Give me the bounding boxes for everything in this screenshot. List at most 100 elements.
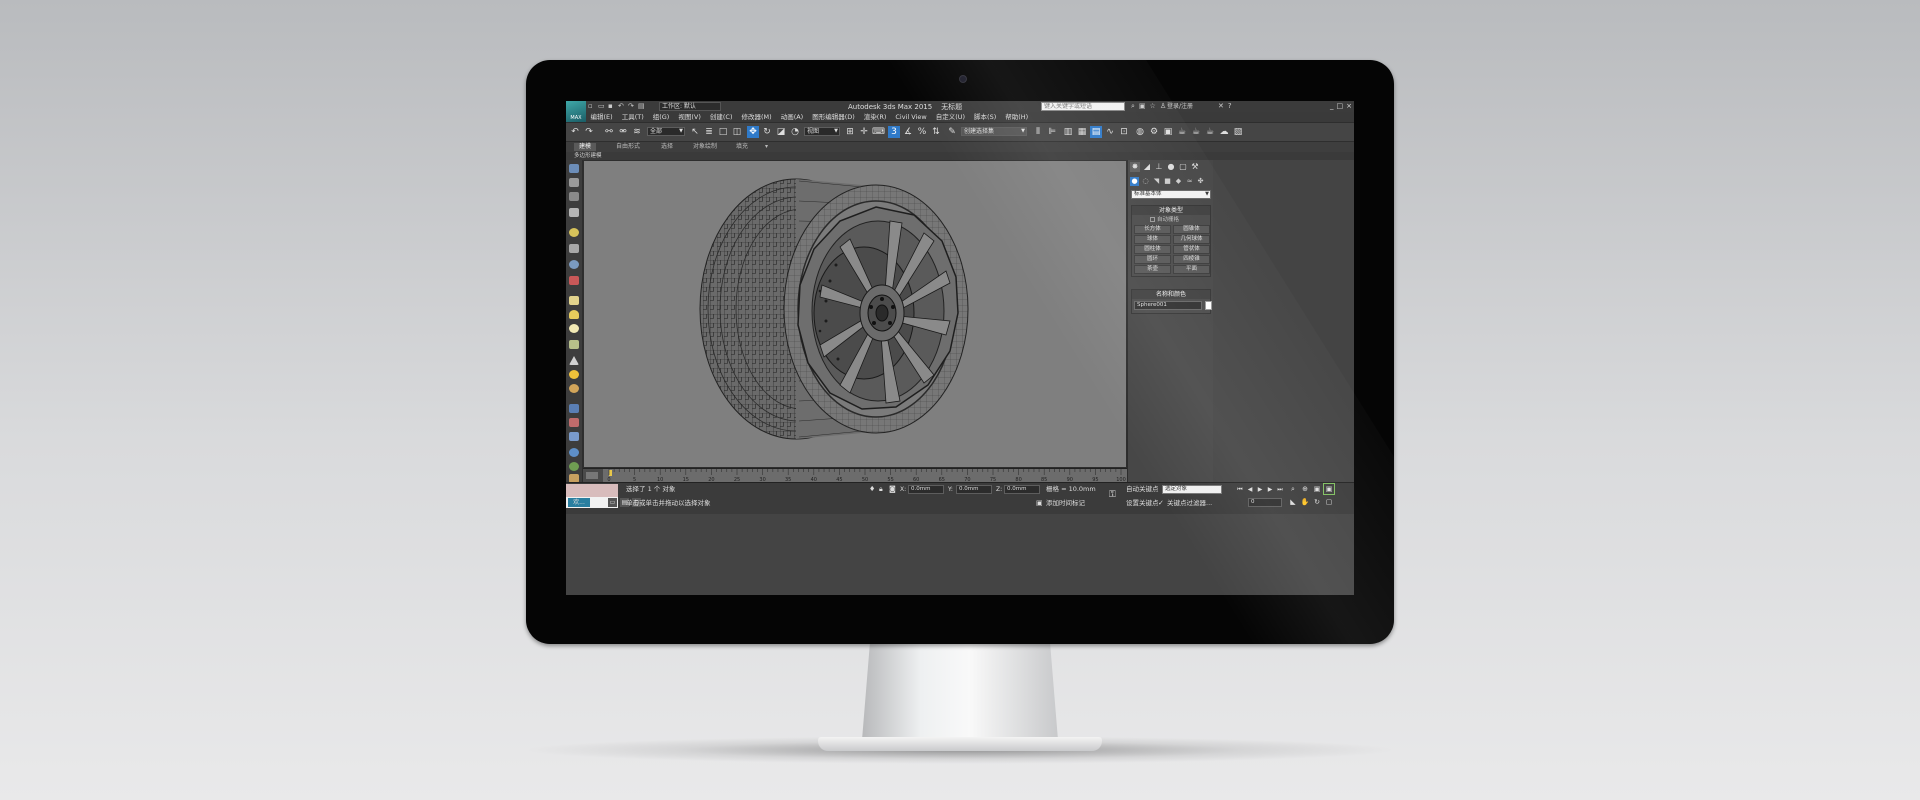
create-tab-icon[interactable]: ✸	[1130, 162, 1140, 172]
curve-editor-icon[interactable]: ∿	[1104, 126, 1116, 138]
signin-link[interactable]: 登录/注册	[1167, 102, 1193, 111]
helper-icon[interactable]	[569, 260, 579, 269]
menu-tools[interactable]: 工具(T)	[617, 112, 648, 122]
render-setup-icon[interactable]: ⚙	[1148, 126, 1160, 138]
help-search-input[interactable]: 键入关键字或短语	[1041, 102, 1125, 111]
autogrid-checkbox[interactable]: 自动栅格	[1132, 215, 1210, 224]
user-icon[interactable]: ♙	[1160, 102, 1166, 111]
select-manipulate-icon[interactable]: ✛	[858, 126, 870, 138]
ribbon-options-icon[interactable]: ▾	[760, 143, 773, 151]
box-icon[interactable]	[569, 296, 579, 305]
set-key-icon[interactable]: ⚿	[1109, 491, 1116, 500]
x-coordinate-input[interactable]: 0.0mm	[908, 485, 944, 494]
workspace-dropdown[interactable]: 工作区: 默认	[659, 102, 721, 111]
object-color-swatch[interactable]	[1205, 301, 1212, 310]
reference-coordinate-dropdown[interactable]: 视图 ▼	[804, 127, 840, 136]
tab-freeform[interactable]: 自由形式	[611, 143, 645, 151]
edit-named-selection-icon[interactable]: ✎	[946, 126, 958, 138]
menu-help[interactable]: 帮助(H)	[1001, 112, 1033, 122]
key-filters-button[interactable]: 关键点过滤器...	[1167, 499, 1212, 508]
helpers-icon[interactable]: ◆	[1174, 177, 1183, 186]
pyramid-button[interactable]: 四棱锥	[1173, 255, 1210, 264]
open-file-icon[interactable]: ▭	[598, 102, 605, 110]
mirror-icon[interactable]: ⫴	[1032, 126, 1044, 138]
render-production-icon[interactable]: ☕	[1176, 126, 1188, 138]
globe-icon[interactable]	[569, 448, 579, 457]
activeshade-icon[interactable]: ☕	[1204, 126, 1216, 138]
layer-explorer-icon[interactable]	[569, 192, 579, 201]
field-of-view-icon[interactable]: ◣	[1288, 497, 1298, 507]
cone-button[interactable]: 圆锥体	[1173, 225, 1210, 234]
zoom-icon[interactable]: ⌕	[1288, 484, 1298, 494]
shapes-icon[interactable]: ◌	[1141, 177, 1150, 186]
add-time-tag-button[interactable]: 添加时间标记	[1046, 499, 1085, 508]
object-type-header[interactable]: 对象类型	[1132, 206, 1210, 215]
tab-selection[interactable]: 选择	[656, 143, 678, 151]
modify-tab-icon[interactable]: ◢	[1142, 162, 1152, 172]
foliage-icon[interactable]	[569, 462, 579, 471]
save-icon[interactable]: ▪	[608, 102, 615, 110]
y-coordinate-input[interactable]: 0.0mm	[956, 485, 992, 494]
lock-icon[interactable]: 🔒︎	[879, 485, 883, 494]
create-icon[interactable]	[569, 164, 579, 173]
orbit-icon[interactable]: ↻	[1312, 497, 1322, 507]
favorites-star-icon[interactable]: ☆	[1150, 102, 1156, 111]
rendered-frame-window-icon[interactable]: ▣	[1162, 126, 1174, 138]
time-tag-icon[interactable]: ▣	[1036, 499, 1043, 508]
name-color-header[interactable]: 名称和颜色	[1132, 290, 1210, 299]
tab-modeling[interactable]: 建模	[574, 143, 597, 151]
percent-snap-icon[interactable]: %	[916, 126, 928, 138]
keyboard-shortcut-override-icon[interactable]: ⌨	[872, 126, 885, 138]
menu-graph-editors[interactable]: 图形编辑器(D)	[808, 112, 860, 122]
select-and-link-icon[interactable]: ⚯	[603, 126, 615, 138]
rectangular-selection-icon[interactable]: □	[717, 126, 729, 138]
menu-modifiers[interactable]: 修改器(M)	[737, 112, 776, 122]
undo-icon[interactable]: ↶	[618, 102, 625, 110]
object-name-input[interactable]: Sphere001	[1134, 301, 1202, 310]
tube-button[interactable]: 管状体	[1173, 245, 1210, 254]
menu-civil-view[interactable]: Civil View	[891, 112, 931, 122]
maxscript-listener[interactable]	[566, 484, 618, 497]
menu-animation[interactable]: 动画(A)	[776, 112, 808, 122]
previous-frame-icon[interactable]: ◀	[1246, 485, 1254, 494]
scene-explorer-icon[interactable]	[569, 178, 579, 187]
lights-icon[interactable]: ◥	[1152, 177, 1161, 186]
space-warp-icon[interactable]	[569, 276, 579, 285]
hierarchy-tab-icon[interactable]: ⊥	[1154, 162, 1164, 172]
systems-icon[interactable]: ✤	[1196, 177, 1205, 186]
help-icon[interactable]: ?	[1228, 102, 1232, 111]
minimize-icon[interactable]: _	[1330, 101, 1334, 112]
graphite-modeling-icon[interactable]: ▦	[1076, 126, 1088, 138]
close-icon[interactable]: ×	[1346, 101, 1352, 112]
camera-icon[interactable]	[569, 244, 579, 253]
zoom-extents-icon[interactable]: ▣	[1312, 484, 1322, 494]
material-icon[interactable]	[569, 384, 579, 393]
primitive-category-dropdown[interactable]: 标准基本体 ▼	[1131, 190, 1211, 199]
polygon-modeling-label[interactable]: 多边形建模	[574, 152, 602, 160]
taskbar-button-1-icon[interactable]: ▭	[608, 498, 617, 507]
plane-button[interactable]: 平面	[1173, 265, 1210, 274]
cameras-icon[interactable]: ■	[1163, 177, 1172, 186]
select-and-scale-icon[interactable]: ◪	[775, 126, 787, 138]
selected-object-dropdown[interactable]: 选定对象	[1162, 485, 1222, 494]
geosphere-button[interactable]: 几何球体	[1173, 235, 1210, 244]
motion-tab-icon[interactable]: ●	[1166, 162, 1176, 172]
menu-group[interactable]: 组(G)	[648, 112, 674, 122]
go-to-start-icon[interactable]: ⏮	[1236, 485, 1244, 494]
spinner-snap-icon[interactable]: ⇅	[930, 126, 942, 138]
pan-icon[interactable]: ✋	[1300, 497, 1310, 507]
unlink-icon[interactable]: ⚮	[617, 126, 629, 138]
menu-views[interactable]: 视图(V)	[674, 112, 706, 122]
tab-object-paint[interactable]: 对象绘制	[688, 143, 722, 151]
set-key-button[interactable]: 设置关键点	[1126, 499, 1159, 508]
new-file-icon[interactable]: ▫	[588, 102, 595, 110]
menu-create[interactable]: 创建(C)	[705, 112, 737, 122]
selection-filter-dropdown[interactable]: 全部 ▼	[647, 127, 685, 136]
sphere-button[interactable]: 球体	[1134, 235, 1171, 244]
light-icon[interactable]	[569, 228, 579, 237]
material-editor-icon[interactable]: ◍	[1134, 126, 1146, 138]
binoculars-icon[interactable]: ⌕	[1131, 102, 1135, 111]
bone-icon[interactable]	[569, 418, 579, 427]
cone-icon[interactable]	[569, 356, 579, 365]
perspective-viewport[interactable]	[583, 160, 1127, 468]
